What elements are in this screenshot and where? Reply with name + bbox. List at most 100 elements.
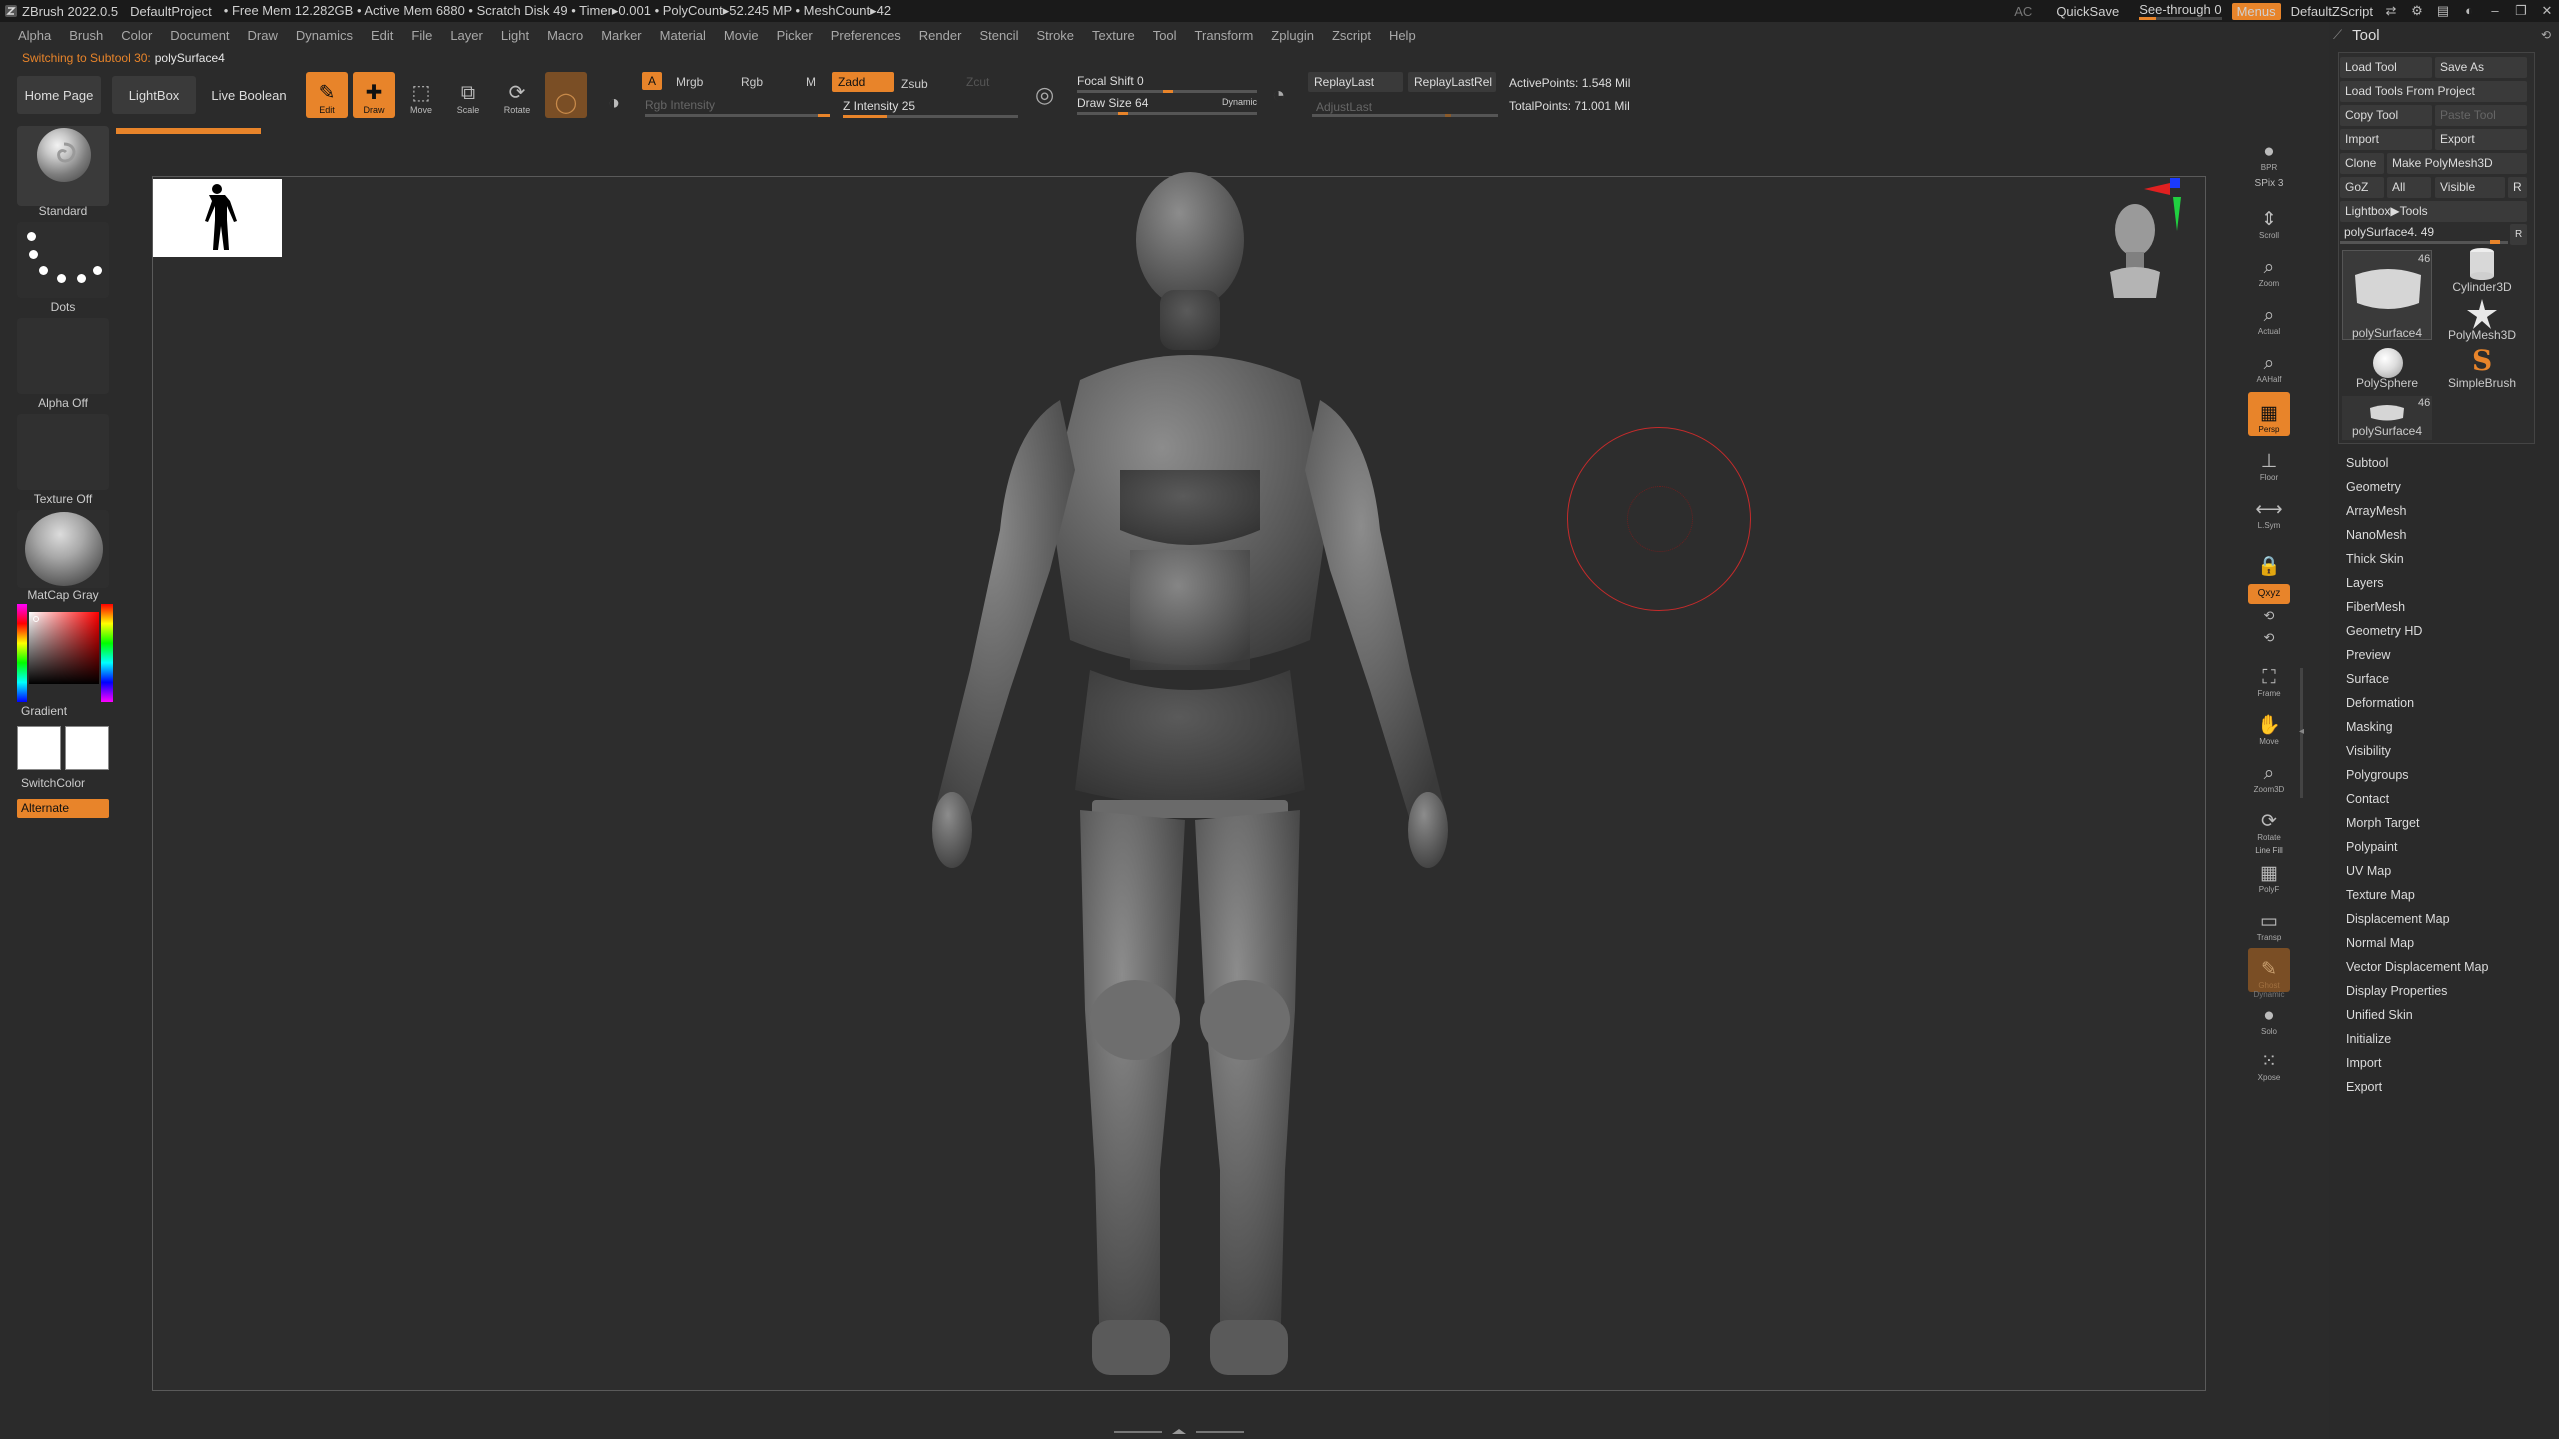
- ac-label[interactable]: AC: [2014, 4, 2032, 19]
- menu-tool[interactable]: Tool: [1153, 28, 1177, 43]
- alpha-thumbnail[interactable]: [17, 318, 109, 394]
- subpalette-texture-map[interactable]: Texture Map: [2346, 888, 2415, 902]
- minimize-icon[interactable]: –: [2487, 4, 2503, 18]
- subpalette-surface[interactable]: Surface: [2346, 672, 2389, 686]
- solo-button[interactable]: ● Solo: [2248, 1000, 2290, 1038]
- import-button[interactable]: Import: [2340, 129, 2432, 150]
- menu-zscript[interactable]: Zscript: [1332, 28, 1371, 43]
- current-tool-r-button[interactable]: R: [2510, 224, 2527, 245]
- aahalf-button[interactable]: ⌕ AAHalf: [2248, 342, 2290, 386]
- move-view-button[interactable]: ✋ Move: [2248, 704, 2290, 748]
- goz-visible-button[interactable]: Visible: [2435, 177, 2505, 198]
- adjust-last-slider[interactable]: [1312, 114, 1498, 117]
- xpose-button[interactable]: ⁙ Xpose: [2248, 1040, 2290, 1084]
- subpalette-nanomesh[interactable]: NanoMesh: [2346, 528, 2406, 542]
- subpalette-import[interactable]: Import: [2346, 1056, 2381, 1070]
- menu-edit[interactable]: Edit: [371, 28, 393, 43]
- main-color-swatch[interactable]: [17, 726, 61, 770]
- cylinder3d-icon[interactable]: [2467, 246, 2497, 282]
- replay-last-rel-button[interactable]: ReplayLastRel: [1408, 72, 1496, 92]
- subpalette-uv-map[interactable]: UV Map: [2346, 864, 2391, 878]
- scale-mode-button[interactable]: ⧉ Scale: [447, 72, 489, 118]
- tool-name[interactable]: SimpleBrush: [2437, 376, 2527, 390]
- tool-name[interactable]: PolyMesh3D: [2437, 328, 2527, 342]
- save-as-button[interactable]: Save As: [2435, 57, 2527, 78]
- color-picker[interactable]: [17, 604, 113, 702]
- switch-color-label[interactable]: SwitchColor: [17, 776, 109, 790]
- material-thumbnail[interactable]: [17, 510, 109, 588]
- dynamic-label[interactable]: Dynamic: [1222, 97, 1257, 107]
- current-tool-slider[interactable]: polySurface4. 49: [2340, 224, 2508, 244]
- subpalette-unified-skin[interactable]: Unified Skin: [2346, 1008, 2413, 1022]
- zcut-toggle[interactable]: Zcut: [960, 72, 995, 92]
- subpalette-polygroups[interactable]: Polygroups: [2346, 768, 2409, 782]
- subpalette-thick-skin[interactable]: Thick Skin: [2346, 552, 2404, 566]
- goz-r-button[interactable]: R: [2508, 177, 2527, 198]
- polysphere-icon[interactable]: [2373, 348, 2403, 378]
- restore-icon[interactable]: ❐: [2513, 4, 2529, 18]
- goz-all-button[interactable]: All: [2387, 177, 2431, 198]
- rgb-toggle[interactable]: Rgb: [735, 72, 769, 92]
- swap-icon[interactable]: ⇄: [2383, 4, 2399, 18]
- zoom3d-button[interactable]: ⌕ Zoom3D: [2248, 752, 2290, 796]
- subpalette-visibility[interactable]: Visibility: [2346, 744, 2391, 758]
- subpalette-polypaint[interactable]: Polypaint: [2346, 840, 2397, 854]
- replay-last-button[interactable]: ReplayLast: [1308, 72, 1403, 92]
- color-selector-dot[interactable]: [33, 616, 39, 622]
- menu-stencil[interactable]: Stencil: [979, 28, 1018, 43]
- zoom-button[interactable]: ⌕ Zoom: [2248, 246, 2290, 290]
- settings-icon[interactable]: ⚙: [2409, 4, 2425, 18]
- collapse-arrow-icon[interactable]: ◂: [2299, 726, 2304, 737]
- alternate-button[interactable]: Alternate: [17, 799, 109, 818]
- texture-thumbnail[interactable]: [17, 414, 109, 490]
- spix-slider[interactable]: SPix 3: [2248, 178, 2290, 189]
- palette-dock-icon[interactable]: ⟲: [2541, 28, 2551, 42]
- tool-name[interactable]: PolySphere: [2342, 376, 2432, 390]
- draw-mode-button[interactable]: ✚ Draw: [353, 72, 395, 118]
- subpalette-export[interactable]: Export: [2346, 1080, 2382, 1094]
- export-button[interactable]: Export: [2435, 129, 2527, 150]
- replay-icon[interactable]: ◔: [1272, 82, 1285, 108]
- floor-button[interactable]: ⊥ Floor: [2248, 440, 2290, 484]
- scroll-button[interactable]: ⇕ Scroll: [2248, 198, 2290, 242]
- render-sphere-button[interactable]: ◑: [593, 72, 635, 118]
- secondary-color-swatch[interactable]: [65, 726, 109, 770]
- mrgb-toggle[interactable]: Mrgb: [670, 72, 709, 92]
- edit-mode-button[interactable]: ✎ Edit: [306, 72, 348, 118]
- simplebrush-icon[interactable]: S: [2472, 344, 2492, 377]
- menu-marker[interactable]: Marker: [601, 28, 641, 43]
- subpalette-fibermesh[interactable]: FiberMesh: [2346, 600, 2405, 614]
- xyz-button[interactable]: Qxyz: [2248, 584, 2290, 604]
- quicksave-button[interactable]: QuickSave: [2056, 4, 2119, 19]
- lsym-button[interactable]: ⟷ L.Sym: [2248, 488, 2290, 532]
- lightbox-button[interactable]: LightBox: [112, 76, 196, 114]
- character-3d-model[interactable]: [860, 170, 1520, 1390]
- theme-icon[interactable]: ◐: [2461, 4, 2477, 18]
- menu-render[interactable]: Render: [919, 28, 962, 43]
- rgb-intensity-slider[interactable]: [645, 114, 830, 117]
- default-zscript-button[interactable]: DefaultZScript: [2291, 4, 2373, 19]
- see-through-slider[interactable]: See-through 0: [2139, 2, 2222, 20]
- subpalette-deformation[interactable]: Deformation: [2346, 696, 2414, 710]
- subpalette-display-properties[interactable]: Display Properties: [2346, 984, 2447, 998]
- menu-color[interactable]: Color: [121, 28, 152, 43]
- layout-icon[interactable]: ▤: [2435, 4, 2451, 18]
- menu-stroke[interactable]: Stroke: [1036, 28, 1074, 43]
- close-icon[interactable]: ✕: [2539, 4, 2555, 18]
- subpalette-vector-displacement-map[interactable]: Vector Displacement Map: [2346, 960, 2488, 974]
- subpalette-subtool[interactable]: Subtool: [2346, 456, 2388, 470]
- bottom-tray-handle[interactable]: [1114, 1429, 1244, 1435]
- palette-pin-icon[interactable]: ⟋: [2333, 27, 2342, 43]
- ghost-button[interactable]: ✎ Ghost: [2248, 948, 2290, 992]
- menu-help[interactable]: Help: [1389, 28, 1416, 43]
- hue-strip-right[interactable]: [101, 604, 113, 702]
- menu-transform[interactable]: Transform: [1195, 28, 1254, 43]
- subpalette-geometry[interactable]: Geometry: [2346, 480, 2401, 494]
- menu-material[interactable]: Material: [660, 28, 706, 43]
- material-swatch-button[interactable]: ◯: [545, 72, 587, 118]
- clone-button[interactable]: Clone: [2340, 153, 2384, 174]
- move-mode-button[interactable]: ⬚ Move: [400, 72, 442, 118]
- subpalette-preview[interactable]: Preview: [2346, 648, 2390, 662]
- frame-button[interactable]: ⛶ Frame: [2248, 656, 2290, 700]
- load-tools-from-project-button[interactable]: Load Tools From Project: [2340, 81, 2527, 102]
